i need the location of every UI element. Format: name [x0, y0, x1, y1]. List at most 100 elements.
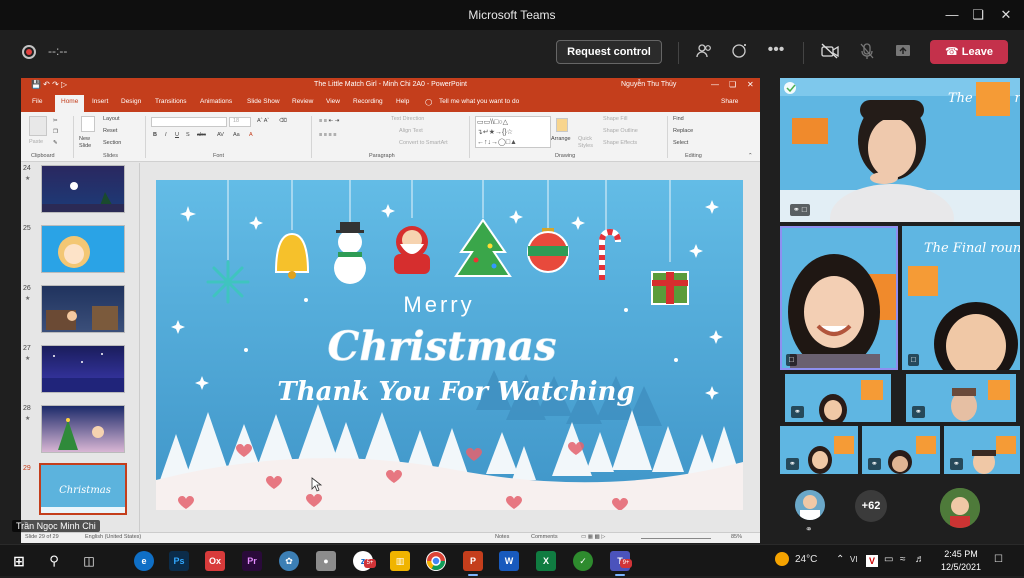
font-name-select[interactable] [151, 117, 227, 127]
input-language[interactable]: VI [850, 555, 858, 564]
arrange-icon[interactable] [556, 118, 568, 132]
participant-video-speaking[interactable]: □ [780, 226, 898, 370]
select-button[interactable]: Select [673, 140, 688, 146]
reactions-icon[interactable] [730, 42, 750, 62]
show-hidden-icons-chevron-icon[interactable]: ⌃ [836, 554, 844, 565]
change-case-icon[interactable]: Aa [233, 132, 240, 138]
wifi-icon[interactable]: ≈ [900, 554, 906, 565]
font-color-icon[interactable]: A [249, 132, 253, 138]
language-status[interactable]: English (United States) [85, 534, 141, 540]
search-icon[interactable]: ⚲ [44, 551, 64, 571]
align-text-button[interactable]: Align Text [399, 128, 423, 134]
tab-review[interactable]: Review [292, 98, 313, 105]
reset-button[interactable]: Reset [103, 128, 117, 134]
share-tray-icon[interactable] [893, 42, 913, 62]
tab-slide-show[interactable]: Slide Show [247, 98, 280, 105]
task-view-icon[interactable]: ◫ [79, 551, 99, 571]
unikey-icon[interactable]: V [866, 555, 878, 567]
tab-view[interactable]: View [326, 98, 340, 105]
camera-off-icon[interactable] [820, 42, 840, 62]
leave-button[interactable]: ☎ Leave [930, 40, 1008, 64]
strikethrough-icon[interactable]: abc [197, 132, 206, 138]
weather-temperature[interactable]: 24°C [795, 554, 817, 565]
edge-icon[interactable]: e [134, 551, 154, 571]
close-icon[interactable]: ✕ [996, 5, 1016, 25]
request-control-button[interactable]: Request control [556, 40, 662, 64]
comments-button[interactable]: Comments [531, 534, 558, 540]
word-icon[interactable]: W [499, 551, 519, 571]
shapes-gallery[interactable]: ▭▭\\□○△ ↴↵★→{}☆ ←↑↓→◯□▲ [475, 116, 551, 148]
tab-recording[interactable]: Recording [353, 98, 383, 105]
new-slide-icon[interactable] [81, 116, 95, 132]
paste-button[interactable]: Paste [29, 139, 43, 145]
slide-thumbnail[interactable] [41, 405, 125, 453]
app-icon[interactable]: ● [316, 551, 336, 571]
participant-avatar[interactable] [795, 490, 825, 520]
current-slide[interactable]: Merry Christmas Thank You For Watching [156, 180, 743, 510]
paste-icon[interactable] [29, 116, 47, 136]
slide-thumbnail[interactable] [41, 165, 125, 213]
slide-thumbnail[interactable] [41, 225, 125, 273]
underline-icon[interactable]: U [175, 132, 179, 138]
participant-video-small[interactable]: ⚭ [785, 374, 891, 422]
ppt-minimize-icon[interactable]: — [711, 80, 719, 89]
notes-button[interactable]: Notes [495, 534, 509, 540]
participant-video-small[interactable]: ⚭ [944, 426, 1020, 474]
ppt-close-icon[interactable]: ✕ [747, 80, 754, 89]
grow-font-icon[interactable]: Aˆ Aˇ [257, 118, 269, 124]
photoshop-icon[interactable]: Ps [169, 551, 189, 571]
arrange-button[interactable]: Arrange [551, 136, 571, 142]
zoom-level[interactable]: 85% [731, 534, 742, 540]
app-icon[interactable]: ✓ [573, 551, 593, 571]
thumbnail-scrollbar[interactable] [139, 163, 147, 532]
new-slide-button[interactable]: New Slide [79, 136, 99, 150]
quick-styles-button[interactable]: Quick Styles [578, 136, 598, 150]
italic-icon[interactable]: I [165, 132, 167, 138]
participant-video-small[interactable]: ⚭ [780, 426, 858, 474]
windows-start-icon[interactable]: ⊞ [9, 551, 29, 571]
participant-video-child[interactable]: The Final round □ [902, 226, 1020, 370]
zoom-slider[interactable] [641, 538, 711, 539]
char-spacing-icon[interactable]: AV [217, 132, 224, 138]
bullets-icon[interactable]: ≡ ≡ ⇤ ⇥ [319, 118, 339, 124]
slide-thumbnail[interactable] [41, 285, 125, 333]
view-buttons[interactable]: ▭ ▦ ▩ ▷ [581, 534, 605, 540]
share-button[interactable]: Share [721, 98, 738, 105]
participants-icon[interactable] [694, 42, 714, 62]
more-options-icon[interactable]: ••• [766, 42, 786, 62]
layout-button[interactable]: Layout [103, 116, 120, 122]
tab-file[interactable]: File [32, 98, 42, 105]
find-button[interactable]: Find [673, 116, 684, 122]
convert-smartart-button[interactable]: Convert to SmartArt [399, 140, 448, 146]
tab-help[interactable]: Help [396, 98, 409, 105]
tab-animations[interactable]: Animations [200, 98, 232, 105]
tab-design[interactable]: Design [121, 98, 141, 105]
slide-thumbnail[interactable] [41, 345, 125, 393]
replace-button[interactable]: Replace [673, 128, 693, 134]
notifications-icon[interactable]: ☐ [994, 554, 1003, 565]
align-icons[interactable]: ≡ ≡ ≡ ≡ [319, 132, 336, 138]
shadow-icon[interactable]: S [186, 132, 190, 138]
system-clock[interactable]: 2:45 PM 12/5/2021 [938, 548, 984, 574]
cut-icon[interactable]: ✂ [53, 118, 58, 124]
font-size-select[interactable]: 18 [229, 117, 251, 127]
text-direction-button[interactable]: Text Direction [391, 116, 424, 122]
tell-me-box[interactable]: Tell me what you want to do [439, 98, 519, 105]
maximize-icon[interactable]: ❏ [968, 5, 988, 25]
format-painter-icon[interactable]: ✎ [53, 140, 58, 146]
powerpoint-icon[interactable]: P [463, 551, 483, 571]
battery-icon[interactable]: ▭ [884, 554, 893, 565]
shape-fill-button[interactable]: Shape Fill [603, 116, 627, 122]
excel-icon[interactable]: X [536, 551, 556, 571]
participant-video-small[interactable]: ⚭ [862, 426, 940, 474]
collapse-ribbon-icon[interactable]: ⌃ [748, 153, 753, 159]
copy-icon[interactable]: ❐ [53, 129, 58, 135]
shape-outline-button[interactable]: Shape Outline [603, 128, 638, 134]
foxit-icon[interactable]: Ox [205, 551, 225, 571]
bold-icon[interactable]: B [153, 132, 157, 138]
section-button[interactable]: Section [103, 140, 121, 146]
minimize-icon[interactable]: — [942, 5, 962, 25]
tab-insert[interactable]: Insert [92, 98, 108, 105]
clear-format-icon[interactable]: ⌫ [279, 118, 287, 124]
app-icon[interactable]: ✿ [279, 551, 299, 571]
